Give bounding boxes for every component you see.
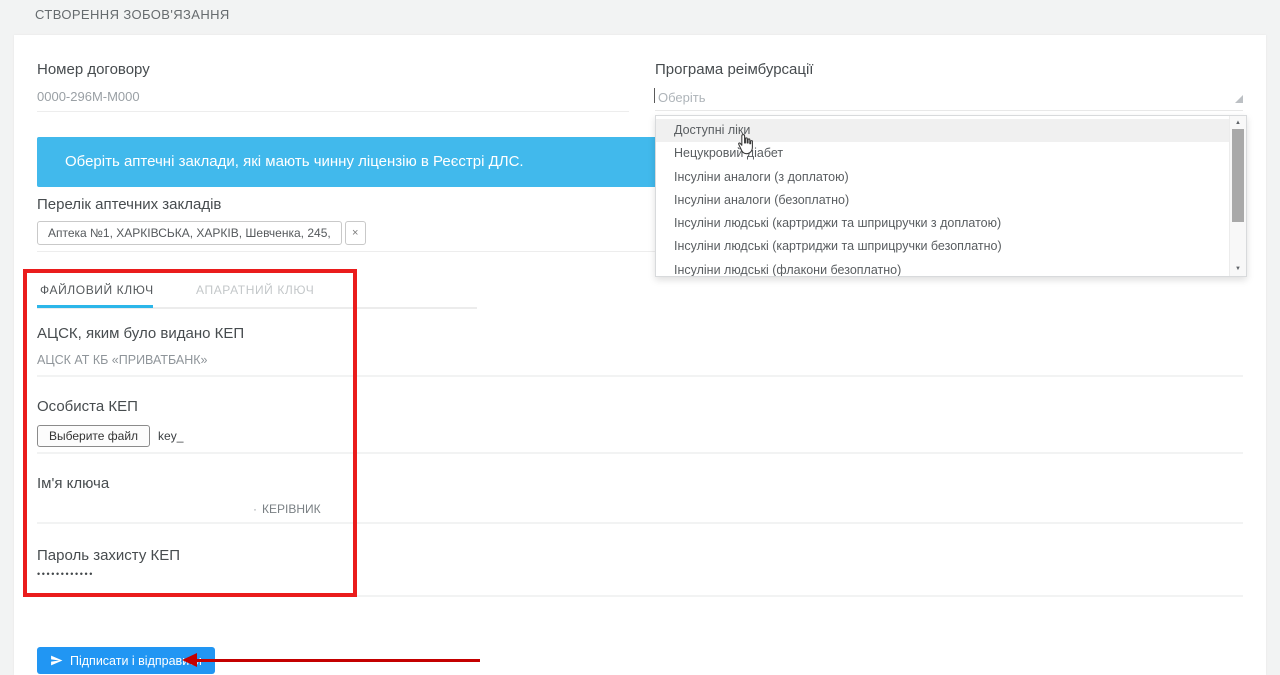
sign-and-send-label: Підписати і відправити [70,654,202,668]
active-tab-underline [37,305,153,308]
pharmacy-chip-text: Аптека №1, ХАРКІВСЬКА, ХАРКІВ, Шевченка,… [37,221,342,245]
pharmacy-chip[interactable]: Аптека №1, ХАРКІВСЬКА, ХАРКІВ, Шевченка,… [37,221,366,245]
dropdown-option[interactable]: Доступні ліки [656,119,1229,142]
dropdown-option[interactable]: Нецукровий діабет [656,142,1229,165]
dropdown-scrollbar[interactable]: ▲ ▼ [1229,116,1246,276]
program-label: Програма реімбурсації [655,61,813,78]
dropdown-option[interactable]: Інсуліни людські (флакони безоплатно) [656,259,1229,277]
scroll-down-icon[interactable]: ▼ [1230,266,1246,272]
chip-remove-icon[interactable]: × [345,221,366,245]
separator [37,522,1243,524]
key-name-marker: · [253,502,257,516]
password-input[interactable]: •••••••••••• [37,569,94,579]
select-expand-icon[interactable] [1235,95,1243,103]
personal-key-label: Особиста КЕП [37,398,138,415]
paper-plane-icon [50,654,63,667]
key-name-select[interactable]: · КЕРІВНИК [253,502,321,516]
chosen-file-name: key_ [158,429,183,443]
acsk-value[interactable]: АЦСК АТ КБ «ПРИВАТБАНК» [37,353,208,367]
scrollbar-thumb[interactable] [1232,129,1244,222]
page-title: СТВОРЕННЯ ЗОБОВ'ЯЗАННЯ [35,7,230,22]
dropdown-option[interactable]: Інсуліни аналоги (з доплатою) [656,166,1229,189]
page: СТВОРЕННЯ ЗОБОВ'ЯЗАННЯ Номер договору 00… [0,0,1280,675]
tab-file-key[interactable]: ФАЙЛОВИЙ КЛЮЧ [40,283,154,297]
sign-and-send-button[interactable]: Підписати і відправити [37,647,215,674]
text-caret [654,88,655,103]
program-underline [655,110,1243,111]
key-name-value: КЕРІВНИК [262,502,321,516]
separator [37,595,1243,597]
contract-number-label: Номер договору [37,61,150,78]
dropdown-option[interactable]: Інсуліни людські (картриджи та шприцручк… [656,212,1229,235]
program-dropdown: Доступні ліки Нецукровий діабет Інсуліни… [655,115,1247,277]
dropdown-option[interactable]: Інсуліни людські (картриджи та шприцручк… [656,235,1229,258]
choose-file-button[interactable]: Выберите файл [37,425,150,447]
password-label: Пароль захисту КЕП [37,547,180,564]
pharmacies-label: Перелік аптечних закладів [37,196,221,213]
program-select[interactable]: Оберіть [658,90,706,105]
key-file-input[interactable]: Выберите файл key_ [37,425,183,447]
separator [37,452,1243,454]
contract-underline [37,111,629,112]
scroll-up-icon[interactable]: ▲ [1230,120,1246,126]
key-name-label: Ім'я ключа [37,475,109,492]
acsk-label: АЦСК, яким було видано КЕП [37,325,244,342]
tab-hardware-key[interactable]: АПАРАТНИЙ КЛЮЧ [196,283,314,297]
dropdown-option[interactable]: Інсуліни аналоги (безоплатно) [656,189,1229,212]
separator [37,375,1243,377]
contract-number-value[interactable]: 0000-296М-М000 [37,89,140,104]
